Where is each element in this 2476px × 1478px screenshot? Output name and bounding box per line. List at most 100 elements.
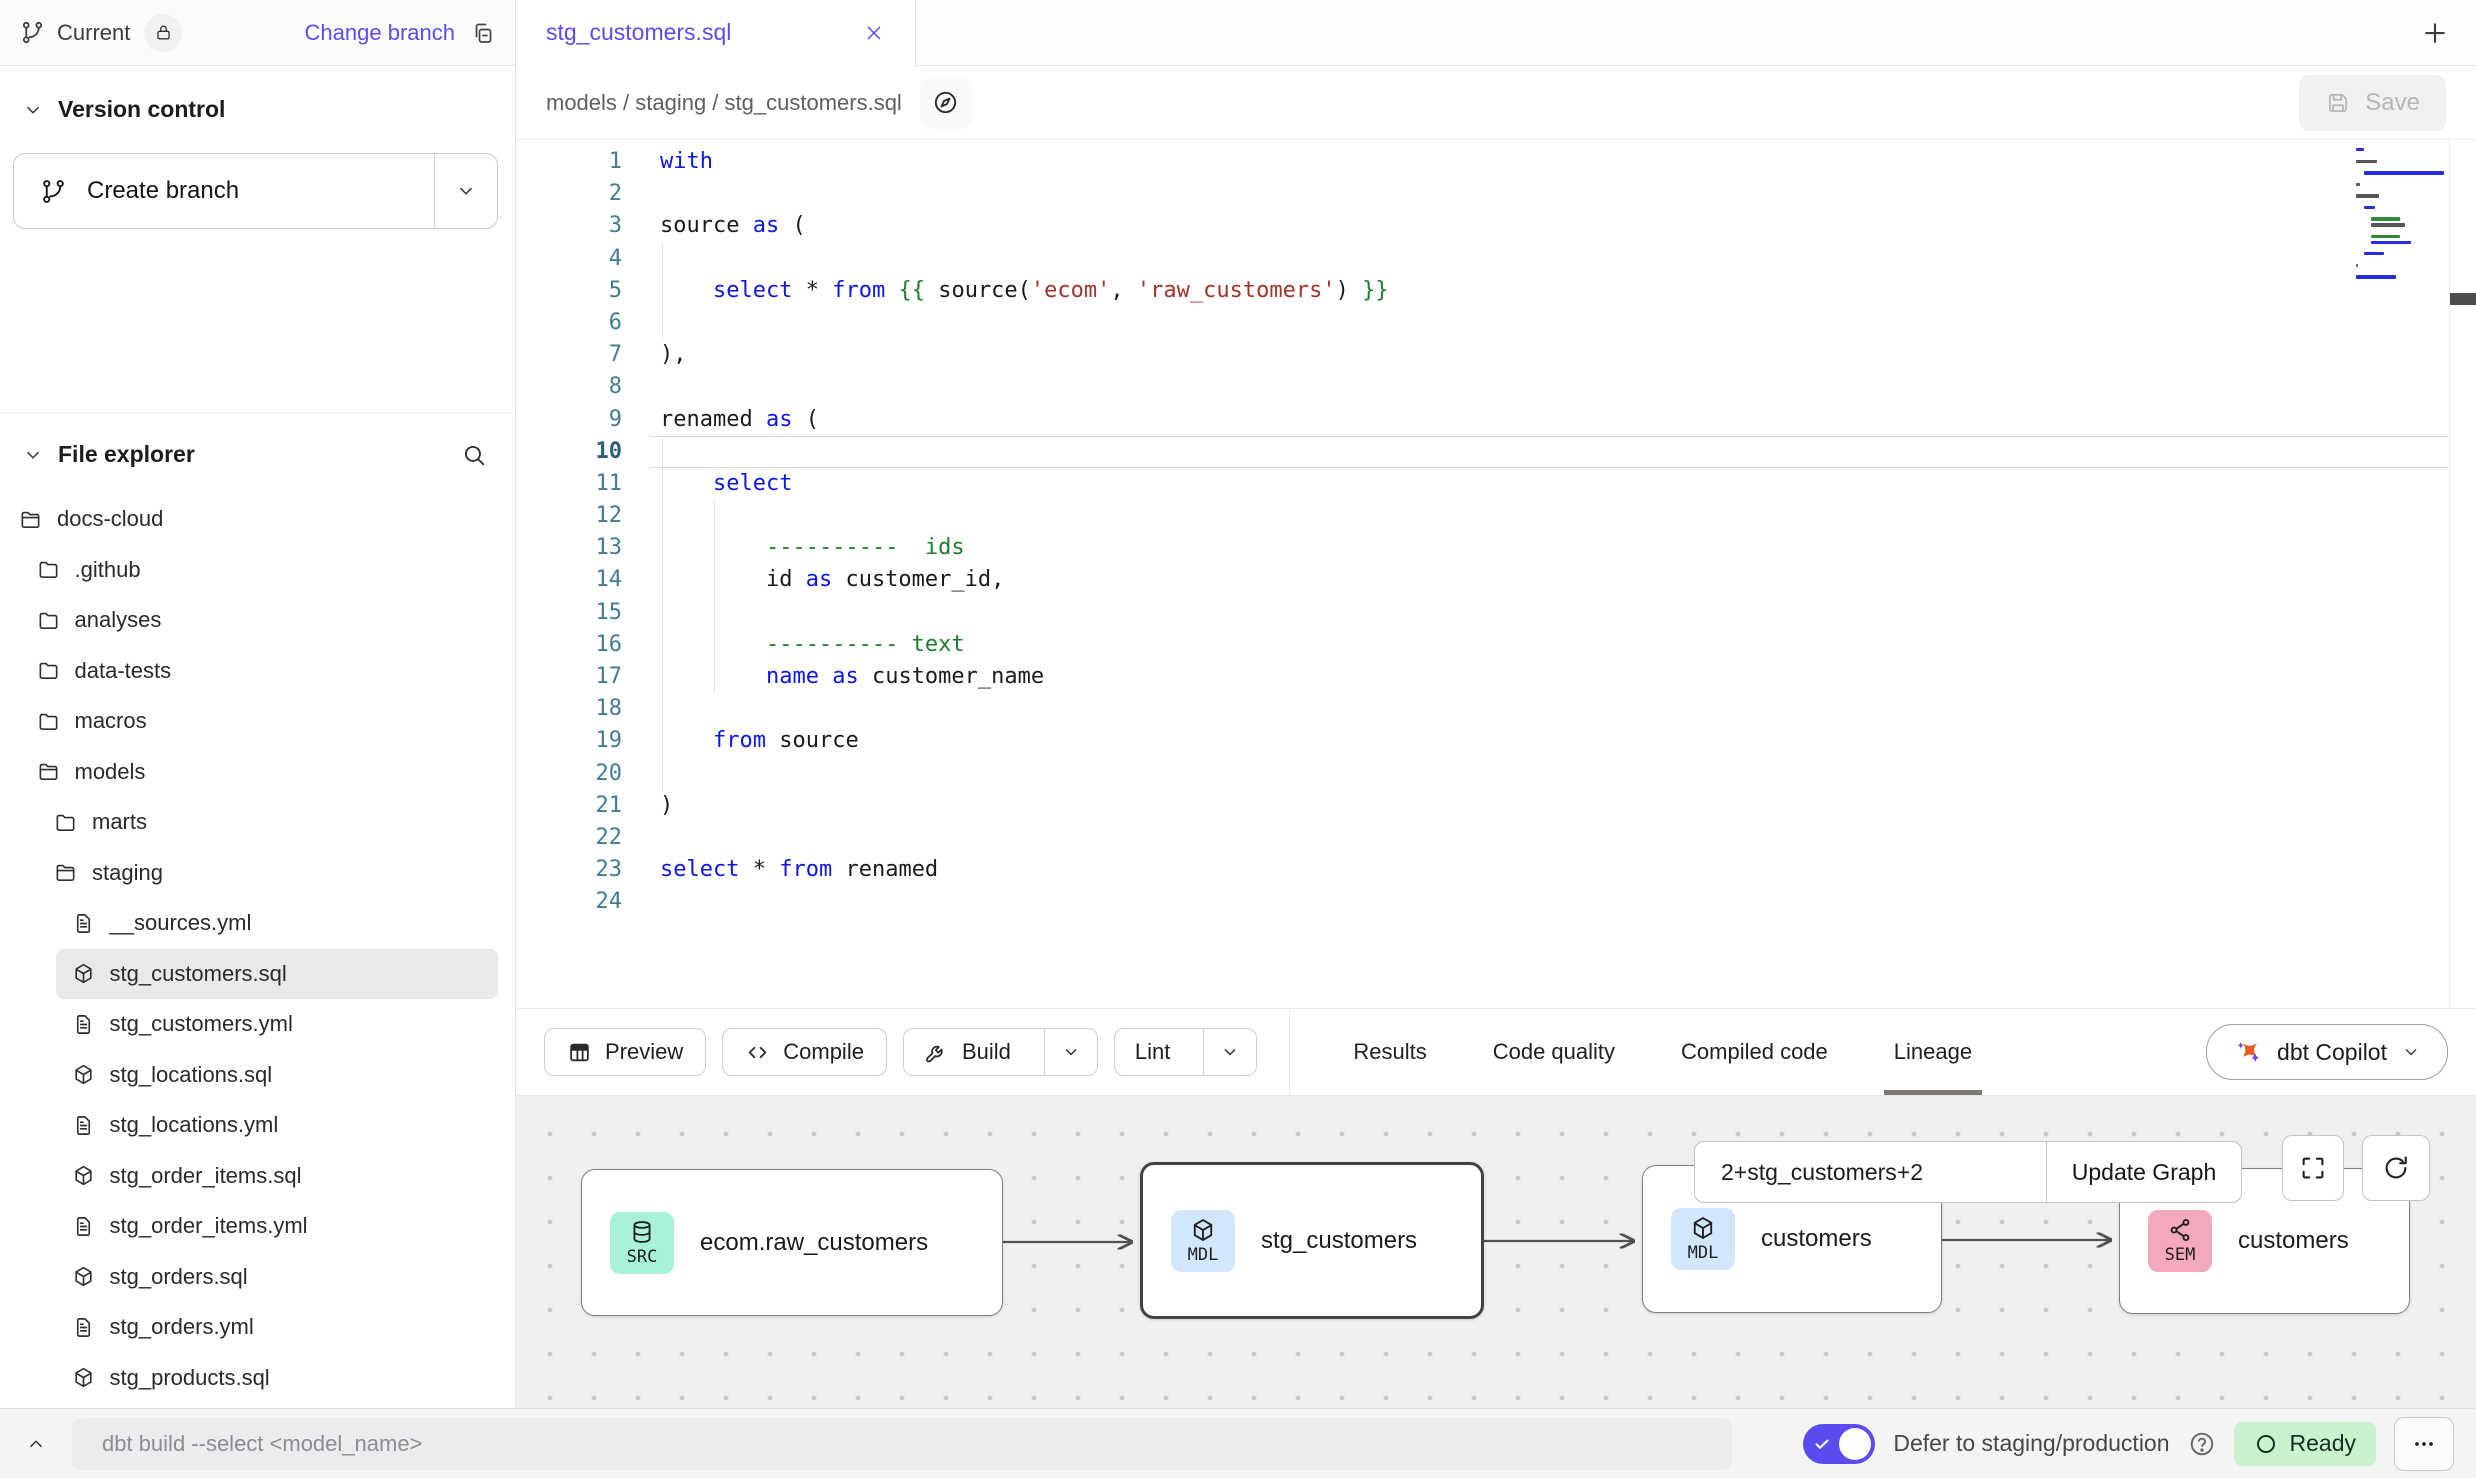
scrollbar-handle[interactable] — [2450, 293, 2476, 305]
tree-item-stg-customers-yml[interactable]: stg_customers.yml — [0, 999, 515, 1050]
tab-compiled-code[interactable]: Compiled code — [1681, 1009, 1828, 1095]
lint-dropdown[interactable] — [1203, 1029, 1256, 1075]
expand-command-bar-button[interactable] — [14, 1422, 58, 1466]
node-label: stg_customers — [1261, 1227, 1417, 1255]
file-explorer-header[interactable]: File explorer — [0, 413, 515, 468]
tree-item-stg-locations-yml[interactable]: stg_locations.yml — [0, 1100, 515, 1151]
tree-item--github[interactable]: .github — [0, 545, 515, 596]
code-line-7: 7), — [516, 339, 2476, 371]
tree-item-docs-cloud[interactable]: docs-cloud — [0, 494, 515, 545]
copy-icon[interactable] — [471, 21, 495, 45]
tree-item-marts[interactable]: marts — [0, 797, 515, 848]
node-badge-mdl: MDL — [1171, 1210, 1235, 1272]
line-number: 19 — [516, 725, 650, 757]
editor-scrollbar[interactable] — [2449, 140, 2476, 1008]
branch-bar: Current Change branch — [0, 0, 516, 66]
code-line-10: 10 — [516, 436, 2476, 468]
dbt-copilot-button[interactable]: dbt Copilot — [2206, 1024, 2448, 1080]
create-branch-button[interactable]: Create branch — [14, 154, 434, 228]
indent-guide — [662, 436, 663, 790]
tree-item-stg-order-items-sql[interactable]: stg_order_items.sql — [0, 1151, 515, 1202]
change-branch-link[interactable]: Change branch — [305, 20, 455, 46]
close-icon[interactable] — [863, 22, 885, 44]
branch-lock-badge — [144, 14, 182, 52]
save-icon — [2325, 90, 2351, 116]
defer-label: Defer to staging/production — [1893, 1430, 2169, 1457]
tree-item-label: stg_products.sql — [110, 1365, 270, 1391]
tree-item-staging[interactable]: staging — [0, 848, 515, 899]
tab-stg-customers-sql[interactable]: stg_customers.sql — [516, 0, 916, 66]
lineage-canvas[interactable]: SRCecom.raw_customers MDL stg_customersMDL… — [516, 1095, 2476, 1408]
tree-item--sources-yml[interactable]: __sources.yml — [0, 898, 515, 949]
code-text — [650, 886, 2448, 918]
build-label: Build — [962, 1039, 1011, 1065]
chevron-down-icon — [2401, 1042, 2421, 1062]
code-editor[interactable]: 1with23source as (45 select * from {{ so… — [516, 140, 2476, 1008]
tree-item-label: stg_customers.sql — [110, 961, 287, 987]
code-line-4: 4 — [516, 243, 2476, 275]
check-icon — [1812, 1434, 1832, 1454]
tree-item-label: stg_order_items.sql — [110, 1163, 302, 1189]
lineage-node-ecom-raw-customers[interactable]: SRCecom.raw_customers — [581, 1169, 1003, 1316]
fullscreen-button[interactable] — [2282, 1135, 2344, 1201]
tab-code-quality[interactable]: Code quality — [1493, 1009, 1615, 1095]
tab-results[interactable]: Results — [1353, 1009, 1426, 1095]
line-number: 10 — [516, 436, 650, 468]
tree-item-label: marts — [92, 809, 147, 835]
tree-item-data-tests[interactable]: data-tests — [0, 646, 515, 697]
doc-icon — [72, 1013, 95, 1036]
tree-item-stg-locations-sql[interactable]: stg_locations.sql — [0, 1050, 515, 1101]
tree-item-stg-order-items-yml[interactable]: stg_order_items.yml — [0, 1201, 515, 1252]
line-number: 15 — [516, 597, 650, 629]
tree-item-stg-products-sql[interactable]: stg_products.sql — [0, 1353, 515, 1404]
search-icon[interactable] — [461, 442, 487, 468]
line-number: 13 — [516, 532, 650, 564]
lineage-selector-input[interactable]: 2+stg_customers+2 — [1695, 1159, 2046, 1186]
new-tab-button[interactable] — [2420, 18, 2450, 48]
chevron-down-icon — [22, 444, 44, 466]
doc-icon — [72, 1215, 95, 1238]
build-button[interactable]: Build — [904, 1029, 1031, 1075]
create-branch-dropdown[interactable] — [434, 154, 497, 228]
save-button[interactable]: Save — [2299, 75, 2446, 131]
code-line-12: 12 — [516, 500, 2476, 532]
lineage-node-stg-customers[interactable]: MDL stg_customers — [1140, 1162, 1484, 1319]
fullscreen-icon — [2298, 1153, 2328, 1183]
defer-toggle[interactable] — [1803, 1424, 1875, 1464]
tree-item-stg-orders-yml[interactable]: stg_orders.yml — [0, 1302, 515, 1353]
version-control-header[interactable]: Version control — [0, 96, 515, 123]
tree-item-stg-customers-sql[interactable]: stg_customers.sql — [56, 949, 498, 1000]
status-circle-icon — [2254, 1432, 2278, 1456]
refresh-button[interactable] — [2362, 1135, 2430, 1201]
share-icon — [2167, 1217, 2193, 1243]
more-options-button[interactable] — [2394, 1417, 2454, 1471]
cube-icon — [72, 1265, 95, 1288]
copilot-context-button[interactable] — [920, 77, 972, 129]
update-graph-button[interactable]: Update Graph — [2046, 1142, 2241, 1202]
command-input[interactable]: dbt build --select <model_name> — [72, 1418, 1732, 1470]
tree-item-stg-orders-sql[interactable]: stg_orders.sql — [0, 1252, 515, 1303]
tree-item-label: stg_locations.yml — [110, 1112, 279, 1138]
tree-item-label: docs-cloud — [57, 506, 163, 532]
code-text — [650, 693, 2448, 725]
tree-item-macros[interactable]: macros — [0, 696, 515, 747]
help-icon[interactable] — [2188, 1430, 2216, 1458]
minimap[interactable] — [2356, 148, 2442, 287]
build-dropdown[interactable] — [1044, 1029, 1097, 1075]
tree-item-analyses[interactable]: analyses — [0, 595, 515, 646]
code-line-14: 14 id as customer_id, — [516, 564, 2476, 596]
preview-button[interactable]: Preview — [544, 1028, 706, 1076]
tab-lineage[interactable]: Lineage — [1894, 1009, 1972, 1095]
code-text: ) — [650, 790, 2448, 822]
compile-button[interactable]: Compile — [722, 1028, 887, 1076]
cube-icon — [72, 1164, 95, 1187]
indent-guide — [662, 243, 663, 339]
code-lines: 1with23source as (45 select * from {{ so… — [516, 140, 2476, 919]
tree-item-label: analyses — [75, 607, 162, 633]
tree-item-models[interactable]: models — [0, 747, 515, 798]
status-badge[interactable]: Ready — [2234, 1422, 2376, 1466]
tree-item-label: models — [75, 759, 146, 785]
lint-button[interactable]: Lint — [1115, 1029, 1190, 1075]
code-text: ---------- text — [650, 629, 2448, 661]
build-split-button: Build — [903, 1028, 1098, 1076]
